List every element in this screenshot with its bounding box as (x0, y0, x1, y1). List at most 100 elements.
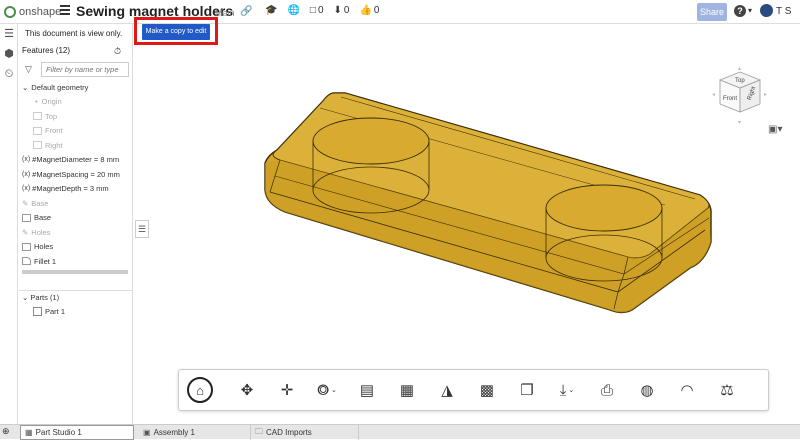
brand-name: onshape (19, 6, 62, 18)
add-tab-icon[interactable]: ⊕ (2, 426, 10, 437)
parts-icon[interactable]: ⬢ (0, 44, 18, 64)
feature-extrude-holes[interactable]: Holes (19, 240, 133, 255)
part-studio-icon: ▦ (25, 428, 33, 437)
magnet-hole-right (545, 184, 663, 232)
extrude-icon (22, 213, 31, 222)
feature-variable-magnet-diameter[interactable]: (x) #MagnetDiameter = 8 mm (19, 153, 133, 168)
appearance-icon[interactable]: ▩ (467, 375, 507, 405)
protractor-icon[interactable]: ◠ (667, 375, 707, 405)
variable-icon: (x) (22, 156, 31, 164)
part-item[interactable]: Part 1 (33, 307, 65, 316)
sketch-icon: ✎ (22, 198, 29, 208)
globe-icon[interactable]: 🌐 (287, 5, 299, 16)
feature-group-default-geometry[interactable]: ⌄ Default geometry (19, 80, 133, 95)
user-initials[interactable]: T S (776, 6, 791, 17)
feature-list-icon[interactable]: ☰ (0, 24, 18, 44)
chevron-down-icon[interactable]: ⌄ (568, 386, 574, 394)
view-cube[interactable]: Top Front Right ◂ ▸ ▴ ▾ (710, 66, 770, 126)
feature-extrude-base[interactable]: Base (19, 211, 133, 226)
extrude-icon (22, 242, 31, 251)
zoom-icon[interactable]: ⭗ ⌄ (307, 375, 347, 405)
avatar[interactable] (760, 4, 773, 17)
like-count[interactable]: 👍 0 (359, 5, 379, 16)
variable-icon: (x) (22, 170, 31, 178)
print-icon[interactable]: ⎙ (587, 375, 627, 405)
filter-icon[interactable]: ▽ (25, 64, 32, 75)
tab-cad-imports[interactable]: 🗀 CAD Imports (251, 425, 359, 440)
section-view-icon[interactable]: ▤ (347, 375, 387, 405)
graphics-viewport[interactable] (134, 24, 800, 424)
named-views-icon[interactable]: ▦ (387, 375, 427, 405)
origin-dot-icon: • (35, 97, 38, 107)
parts-header[interactable]: ⌄ Parts (1) (22, 293, 59, 302)
view-cube-front-label[interactable]: Front (723, 96, 737, 102)
chevron-down-icon[interactable]: ⌄ (22, 83, 28, 92)
feature-tree: ⌄ Default geometry • Origin Top Front Ri… (19, 80, 133, 269)
part-icon (33, 307, 42, 316)
view-only-notice: This document is view only. (25, 29, 123, 38)
chevron-down-icon[interactable]: ▾ (748, 6, 752, 15)
render-mode-cube-icon[interactable]: ▣▾ (768, 124, 782, 135)
plane-icon (33, 141, 42, 150)
menu-icon[interactable] (60, 5, 70, 17)
arrow-right-icon[interactable]: ▸ (764, 92, 767, 98)
tab-strip: ⊕ ▦ Part Studio 1 ▣ Assembly 1 🗀 CAD Imp… (0, 424, 800, 440)
variable-icon: (x) (22, 185, 31, 193)
make-copy-button[interactable]: Make a copy to edit (142, 24, 210, 40)
features-header: Features (12) (22, 46, 71, 55)
feature-plane-front[interactable]: Front (19, 124, 133, 139)
rotate-view-icon[interactable]: ✥ (227, 375, 267, 405)
feature-sketch-base[interactable]: ✎ Base (19, 196, 133, 211)
notification-count[interactable]: □ 0 (310, 5, 324, 16)
feature-list-scrollbar[interactable] (22, 270, 128, 274)
fillet-icon (22, 257, 31, 266)
magnet-hole-left (312, 117, 430, 165)
like-icon: 👍 (359, 5, 372, 16)
explode-icon[interactable]: ❐ (507, 375, 547, 405)
view-cube-top-label[interactable]: Top (735, 78, 745, 84)
feature-filter-input[interactable] (41, 62, 129, 77)
feature-plane-right[interactable]: Right (19, 138, 133, 153)
folder-icon: 🗀 (255, 426, 263, 436)
home-icon[interactable]: ⌂ (187, 377, 213, 403)
graduation-cap-icon[interactable]: 🎓 (265, 5, 277, 16)
history-timer-icon[interactable]: ⏲ (0, 64, 18, 84)
arrow-up-icon[interactable]: ▴ (738, 66, 741, 72)
download-count[interactable]: ⬇ 0 (334, 5, 350, 16)
panel-divider[interactable] (19, 290, 133, 291)
top-bar: onshape Sewing magnet holders Main 🔗 🎓 🌐… (0, 0, 800, 24)
arrow-down-icon[interactable]: ▾ (738, 120, 741, 126)
view-toolbar: ⌂ ✥ ✛ ⭗ ⌄ ▤ ▦ ◮ ▩ ❐ ⤓ ⌄ ⎙ ◍ ◠ ⚖ (178, 369, 769, 411)
tape-measure-icon[interactable]: ◍ (627, 375, 667, 405)
mass-properties-icon[interactable]: ⚖ (707, 375, 747, 405)
pan-icon[interactable]: ✛ (267, 375, 307, 405)
chevron-down-icon[interactable]: ⌄ (22, 293, 28, 302)
rollback-timer-icon[interactable]: ⏱ (114, 46, 121, 57)
feature-sketch-holes[interactable]: ✎ Holes (19, 225, 133, 240)
download-icon: ⬇ (333, 5, 342, 16)
feature-plane-top[interactable]: Top (19, 109, 133, 124)
measure-icon[interactable]: ◮ (427, 375, 467, 405)
part-model-render[interactable] (134, 24, 800, 424)
plane-icon (33, 126, 42, 135)
link-icon[interactable]: 🔗 (240, 6, 252, 17)
feature-origin[interactable]: • Origin (19, 95, 133, 110)
sketch-icon: ✎ (22, 227, 29, 237)
feature-variable-magnet-spacing[interactable]: (x) #MagnetSpacing = 20 mm (19, 167, 133, 182)
feature-panel: This document is view only. Features (12… (19, 24, 133, 424)
left-icon-rail: ☰ ⬢ ⏲ (0, 24, 18, 424)
tab-assembly-1[interactable]: ▣ Assembly 1 (139, 425, 251, 440)
onshape-logo-icon (4, 6, 16, 18)
feature-fillet[interactable]: Fillet 1 (19, 254, 133, 269)
share-button[interactable]: Share (697, 3, 727, 21)
feature-variable-magnet-depth[interactable]: (x) #MagnetDepth = 3 mm (19, 182, 133, 197)
export-icon[interactable]: ⤓ ⌄ (547, 375, 587, 405)
help-icon[interactable]: ? (734, 5, 746, 17)
tab-part-studio-1[interactable]: ▦ Part Studio 1 (20, 425, 134, 440)
onshape-logo[interactable]: onshape (4, 4, 61, 20)
arrow-left-icon[interactable]: ◂ (712, 92, 715, 98)
document-stats: 🎓 🌐 □ 0 ⬇ 0 👍 0 (265, 5, 379, 16)
assembly-icon: ▣ (143, 428, 151, 437)
chevron-down-icon[interactable]: ⌄ (331, 386, 337, 394)
plane-icon (33, 112, 42, 121)
